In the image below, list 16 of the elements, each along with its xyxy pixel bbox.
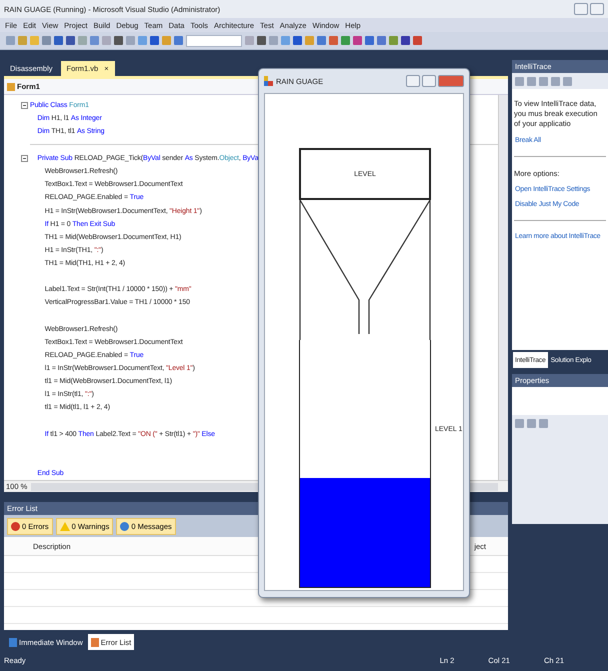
collapse-icon[interactable] bbox=[21, 155, 28, 162]
restore-button[interactable] bbox=[590, 3, 604, 15]
toolbar-combo[interactable] bbox=[186, 34, 242, 46]
class-icon bbox=[7, 82, 15, 90]
warning-icon bbox=[60, 522, 70, 530]
app-icon bbox=[264, 76, 273, 86]
close-button[interactable] bbox=[438, 75, 464, 87]
maximize-button[interactable] bbox=[422, 75, 436, 87]
list-icon bbox=[90, 638, 99, 646]
minimize-button[interactable] bbox=[406, 75, 420, 87]
info-icon bbox=[120, 522, 130, 530]
minimize-button[interactable] bbox=[574, 3, 588, 15]
error-icon bbox=[11, 522, 20, 530]
collapse-icon[interactable] bbox=[21, 102, 28, 110]
window-icon bbox=[9, 638, 17, 646]
vertical-scrollbar[interactable] bbox=[498, 95, 508, 480]
